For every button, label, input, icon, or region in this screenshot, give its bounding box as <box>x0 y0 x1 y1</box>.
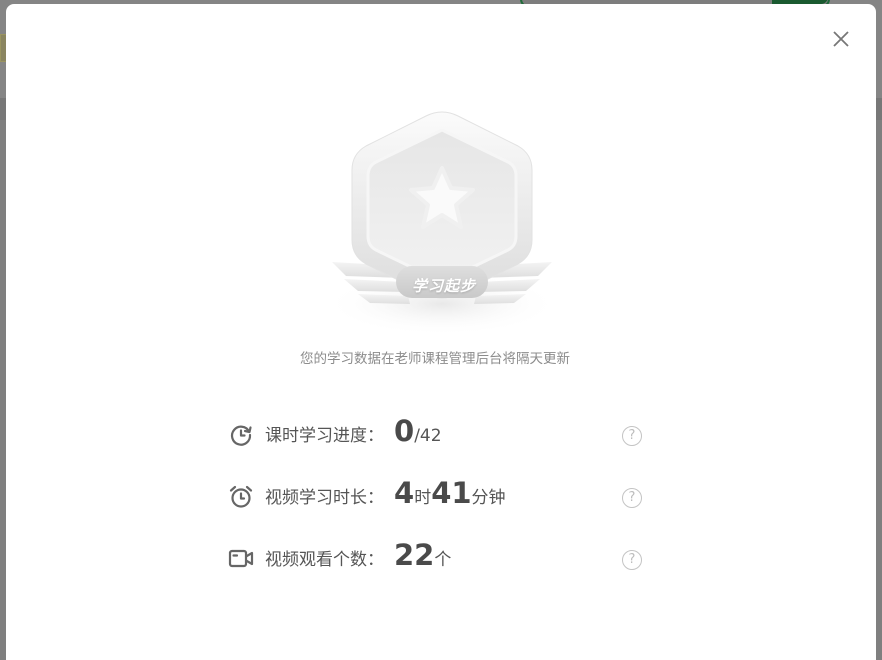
update-note: 您的学习数据在老师课程管理后台将隔天更新 <box>300 351 570 367</box>
stat-video-count: 视频观看个数： 22个 ? <box>228 538 648 574</box>
duration-label: 视频学习时长： <box>265 488 384 508</box>
progress-help-icon[interactable]: ? <box>622 426 642 446</box>
duration-hours: 4 <box>394 476 415 510</box>
badge-title: 学习起步 <box>411 277 476 295</box>
alarm-clock-icon <box>228 484 254 510</box>
video-camera-icon <box>228 546 254 572</box>
count-unit: 个 <box>434 550 452 570</box>
duration-minutes-unit: 分钟 <box>471 488 506 508</box>
count-help-icon[interactable]: ? <box>622 550 642 570</box>
duration-hours-unit: 时 <box>414 488 432 508</box>
progress-label: 课时学习进度： <box>265 426 384 446</box>
progress-total: /42 <box>414 426 442 446</box>
duration-help-icon[interactable]: ? <box>622 488 642 508</box>
badge-illustration <box>318 104 566 340</box>
duration-minutes: 41 <box>431 476 472 510</box>
count-number: 22 <box>394 538 435 572</box>
progress-icon <box>228 422 254 448</box>
close-button[interactable] <box>830 28 852 50</box>
duration-value: 4时41分钟 <box>394 476 506 510</box>
badge-medal-icon <box>324 111 560 336</box>
progress-count: 0 <box>394 414 415 448</box>
count-value: 22个 <box>394 538 451 572</box>
close-icon <box>833 31 849 47</box>
stat-video-duration: 视频学习时长： 4时41分钟 ? <box>228 476 648 512</box>
stat-lesson-progress: 课时学习进度： 0/42 ? <box>228 414 648 450</box>
progress-value: 0/42 <box>394 414 442 448</box>
count-label: 视频观看个数： <box>265 550 384 570</box>
